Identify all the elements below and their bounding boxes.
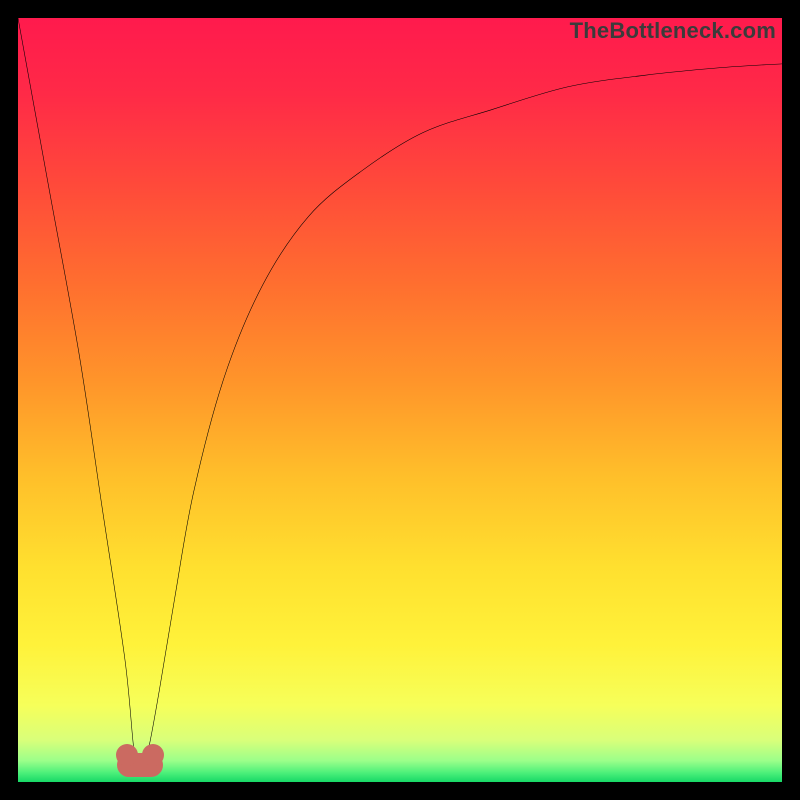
plot-area: TheBottleneck.com [18, 18, 782, 782]
bump-lobe-left-icon [116, 744, 138, 766]
bump-lobe-right-icon [142, 744, 164, 766]
minimum-bump-marker [117, 753, 163, 777]
chart-frame: TheBottleneck.com [0, 0, 800, 800]
bottleneck-curve [18, 18, 782, 782]
